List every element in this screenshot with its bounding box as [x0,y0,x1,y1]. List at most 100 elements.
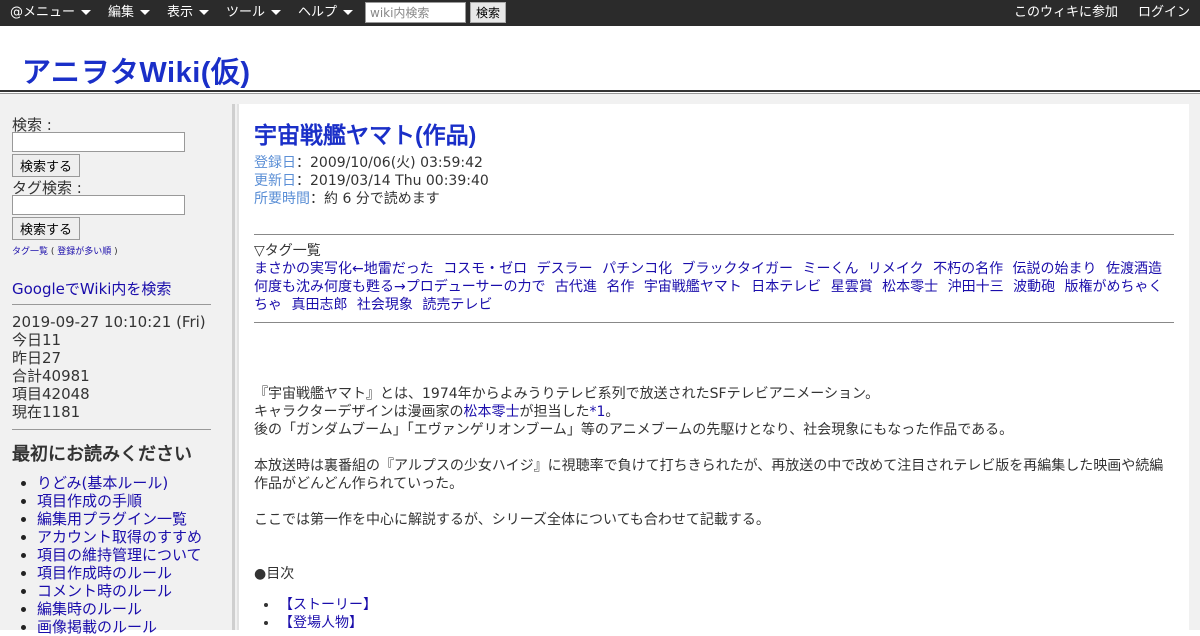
wiki-search-button[interactable]: 検索 [470,2,506,23]
tag-link[interactable]: デスラー [537,261,593,277]
tag-link[interactable]: 沖田十三 [948,279,1004,295]
sidebar-divider [12,429,211,430]
intro-line-2-mid: が担当した [519,404,590,420]
read-first-link[interactable]: コメント時のルール [37,582,172,600]
tag-link[interactable]: 何度も沈み何度も甦る→プロデューサーの力で [254,279,545,295]
read-first-link[interactable]: アカウント取得のすすめ [37,528,202,546]
counter-today: 今日11 [12,331,62,349]
tag-link[interactable]: 伝説の始まり [1013,261,1097,277]
intro-line-3: 後の「ガンダムブーム」「エヴァンゲリオンブーム」等のアニメブームの先駆けとなり、… [254,422,1014,438]
chevron-down-icon [343,10,354,15]
toc-link-story[interactable]: 【ストーリー】 [279,597,377,613]
tag-popular-link[interactable]: 登録が多い順 [57,247,111,257]
list-item: 項目の維持管理について [37,546,202,564]
list-item: アカウント取得のすすめ [37,528,202,546]
menu-main-label: @メニュー [10,5,76,20]
sidebar-divider [12,304,211,305]
broadcast-paragraph: 本放送時は裏番組の『アルプスの少女ハイジ』に視聴率で負けて打ちきられたが、再放送… [254,458,1164,492]
intro-line-2-prefix: キャラクターデザインは漫画家の [254,404,464,420]
registered-label: 登録日 [254,155,296,171]
tag-link[interactable]: 波動砲 [1013,279,1055,295]
tag-link[interactable]: 古代進 [555,279,597,295]
updated-date: 更新日：2019/03/14 Thu 00:39:40 [254,172,489,190]
tag-link[interactable]: コスモ・ゼロ [443,261,527,277]
top-menu-bar: @メニュー 編集 表示 ツール ヘルプ 検索 このウィキに参加 ログイン [0,0,1200,26]
toc-list: 【ストーリー】 【登場人物】 [254,596,377,632]
tag-link[interactable]: 不朽の名作 [933,261,1003,277]
tag-link[interactable]: 社会現象 [357,297,413,313]
read-first-link[interactable]: 編集用プラグイン一覧 [37,510,187,528]
menu-help[interactable]: ヘルプ [298,0,354,26]
chevron-down-icon [271,10,282,15]
menu-view[interactable]: 表示 [167,0,210,26]
read-first-link[interactable]: 項目作成の手順 [37,492,142,510]
sidebar-search-button[interactable]: 検索する [12,154,80,177]
tag-link[interactable]: まさかの実写化←地雷だった [254,261,434,277]
tag-link[interactable]: パチンコ化 [602,261,672,277]
tag-link[interactable]: 宇宙戦艦ヤマト [644,279,742,295]
wiki-search-input[interactable] [365,2,466,23]
toc-link-characters[interactable]: 【登場人物】 [279,615,363,631]
sidebar-search-input[interactable] [12,132,185,152]
list-item: りどみ(基本ルール) [37,474,202,492]
tag-link[interactable]: 真田志郎 [291,297,347,313]
header-divider [0,90,1200,92]
menu-tools-label: ツール [226,5,266,20]
tag-link[interactable]: 日本テレビ [751,279,821,295]
article-content: 宇宙戦艦ヤマト(作品) 登録日：2009/10/06(火) 03:59:42 更… [239,104,1189,632]
tag-search-button[interactable]: 検索する [12,217,80,240]
sidebar: 検索 : 検索する タグ検索 : 検索する タグ一覧 ( 登録が多い順 ) Go… [0,104,232,636]
tag-link[interactable]: 読売テレビ [422,297,492,313]
read-first-link[interactable]: 項目の維持管理について [37,546,202,564]
tag-link[interactable]: リメイク [868,261,924,277]
site-header: アニヲタWiki(仮) [0,26,1200,94]
intro-line-1: 『宇宙戦艦ヤマト』とは、1974年からよみうりテレビ系列で放送されたSFテレビア… [254,386,880,402]
reading-time: 所要時間：約 6 分で読めます [254,190,440,208]
menu-edit[interactable]: 編集 [108,0,151,26]
tag-list-heading[interactable]: ▽タグ一覧 [254,242,1174,260]
reading-value: ：約 6 分で読めます [310,191,440,207]
column-divider [232,104,235,630]
tag-list-link[interactable]: タグ一覧 [12,247,48,257]
updated-value: ：2019/03/14 Thu 00:39:40 [296,173,489,189]
tag-search-input[interactable] [12,195,185,215]
page-title[interactable]: 宇宙戦艦ヤマト(作品) [254,116,476,150]
menu-view-label: 表示 [167,5,194,20]
toc-item: 【ストーリー】 [279,596,377,614]
chevron-down-icon [199,10,210,15]
counter-yesterday: 昨日27 [12,349,62,367]
intro-paragraph: 『宇宙戦艦ヤマト』とは、1974年からよみうりテレビ系列で放送されたSFテレビア… [254,385,1174,439]
read-first-link[interactable]: 編集時のルール [37,600,142,618]
list-item: 編集用プラグイン一覧 [37,510,202,528]
menu-tools[interactable]: ツール [226,0,282,26]
footnote-link[interactable]: *1 [589,404,605,420]
reading-label: 所要時間 [254,191,310,207]
list-item: 項目作成時のルール [37,564,202,582]
tag-links-container: まさかの実写化←地雷だった コスモ・ゼロ デスラー パチンコ化 ブラックタイガー… [254,260,1174,314]
tag-list: ▽タグ一覧 まさかの実写化←地雷だった コスモ・ゼロ デスラー パチンコ化 ブラ… [254,242,1174,314]
chevron-down-icon [140,10,151,15]
scope-paragraph: ここでは第一作を中心に解説するが、シリーズ全体についても合わせて記載する。 [254,512,770,528]
site-title[interactable]: アニヲタWiki(仮) [22,49,251,91]
registered-date: 登録日：2009/10/06(火) 03:59:42 [254,154,483,172]
intro-line-2-suffix: 。 [605,404,620,420]
chevron-down-icon [81,10,92,15]
author-link[interactable]: 松本零士 [463,404,519,420]
counter-datetime: 2019-09-27 10:10:21 (Fri) [12,313,206,331]
read-first-link[interactable]: 項目作成時のルール [37,564,172,582]
read-first-list: りどみ(基本ルール) 項目作成の手順 編集用プラグイン一覧 アカウント取得のすす… [12,474,202,636]
tag-link[interactable]: 星雲賞 [831,279,873,295]
google-search-link[interactable]: GoogleでWiki内を検索 [12,278,171,299]
updated-label: 更新日 [254,173,296,189]
login-link[interactable]: ログイン [1138,0,1190,26]
tag-link[interactable]: ミーくん [802,261,858,277]
read-first-link[interactable]: 画像掲載のルール [37,618,157,636]
registered-value: ：2009/10/06(火) 03:59:42 [296,155,483,171]
menu-main[interactable]: @メニュー [10,0,92,26]
tag-link[interactable]: 松本零士 [882,279,938,295]
tag-link[interactable]: 佐渡酒造 [1106,261,1162,277]
tag-link[interactable]: ブラックタイガー [682,261,793,277]
read-first-link[interactable]: りどみ(基本ルール) [37,474,168,492]
join-wiki-link[interactable]: このウィキに参加 [1014,0,1118,26]
tag-link[interactable]: 名作 [606,279,634,295]
